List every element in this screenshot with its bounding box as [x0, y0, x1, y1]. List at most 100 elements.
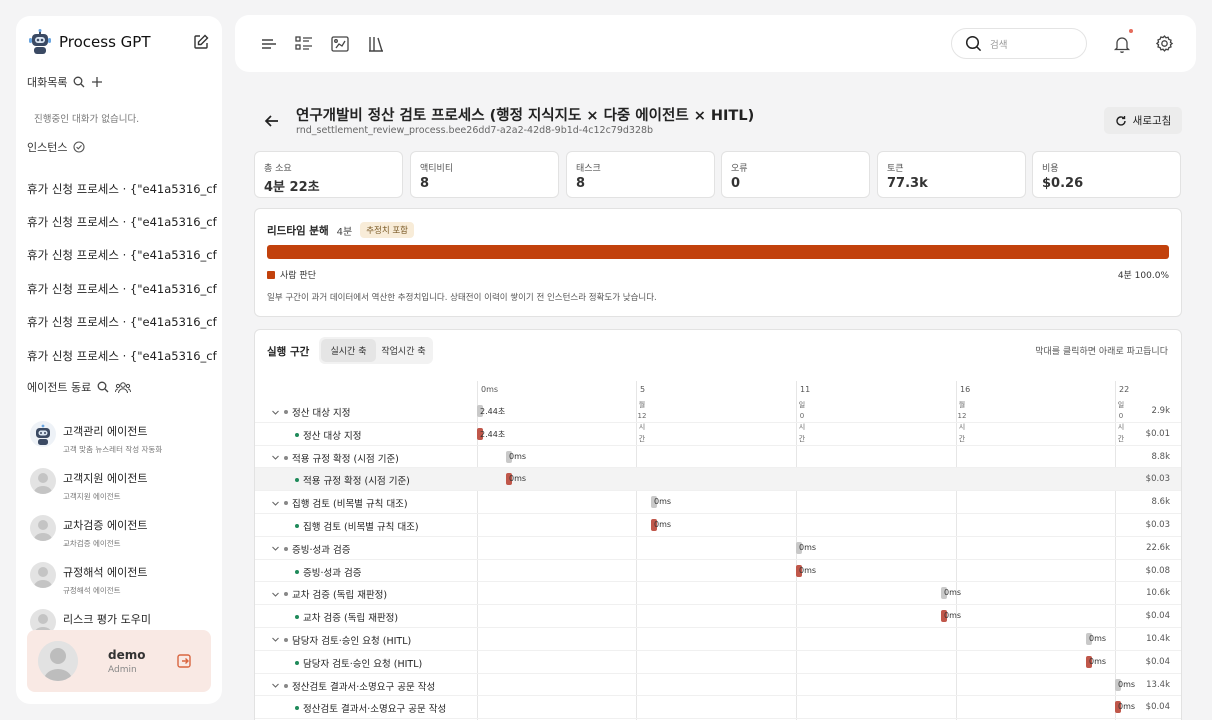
activity-row[interactable]: 적용 규정 확정 (시점 기준) 0ms 8.8k	[255, 446, 1181, 469]
token-count: 10.4k	[1146, 633, 1170, 644]
instance-item[interactable]: 휴가 신청 프로세스 · {"e41a5316_cfd0...	[27, 306, 217, 339]
add-icon[interactable]	[91, 76, 103, 88]
task-row[interactable]: 정산 대상 지정 2.44초 $0.01	[255, 423, 1181, 446]
instance-item[interactable]: 휴가 신청 프로세스 · {"e41a5316_cfd0...	[27, 205, 217, 238]
search-box[interactable]: 검색	[951, 28, 1087, 59]
token-count: 10.6k	[1146, 588, 1170, 599]
task-row[interactable]: 정산검토 결과서·소명요구 공문 작성 0ms $0.04	[255, 696, 1181, 720]
chevron-down-icon[interactable]	[271, 499, 280, 508]
row-label: 집행 검토 (비목별 규칙 대조)	[271, 496, 408, 510]
row-label: 증빙·성과 검증	[295, 565, 361, 579]
status-dot	[295, 478, 299, 483]
instances-header: 인스턴스	[27, 139, 86, 155]
estimate-badge: 추정치 포함	[360, 222, 414, 238]
row-label-text: 정산 대상 지정	[292, 408, 351, 419]
duration-label: 0ms	[944, 588, 962, 598]
row-label: 정산 대상 지정	[295, 428, 361, 442]
stat-card-tasks: 태스크 8	[566, 151, 715, 198]
refresh-label: 새로고침	[1132, 115, 1172, 127]
leadtime-title: 리드타임 분해	[267, 224, 329, 237]
search-icon[interactable]	[97, 381, 109, 393]
row-label-text: 교차 검증 (독립 재판정)	[303, 613, 399, 625]
status-dot	[284, 410, 288, 414]
group-icon[interactable]	[115, 381, 132, 394]
user-card[interactable]: demo Admin	[27, 630, 211, 692]
robot-avatar-icon	[30, 421, 56, 447]
chevron-down-icon[interactable]	[271, 408, 280, 417]
token-count: 13.4k	[1146, 679, 1170, 690]
duration-label: 2.44초	[480, 429, 506, 439]
gear-icon[interactable]	[1155, 34, 1174, 53]
leadtime-note: 일부 구간이 과거 데이터에서 역산한 추정치입니다. 상태전이 이력이 쌓이기…	[267, 293, 657, 303]
stat-label: 태스크	[576, 164, 601, 174]
task-list-icon[interactable]	[294, 34, 314, 54]
task-row[interactable]: 적용 규정 확정 (시점 기준) 0ms $0.03	[255, 468, 1181, 492]
duration-label: 0ms	[799, 565, 817, 575]
token-count: 8.8k	[1151, 451, 1170, 462]
tab-realtime-axis[interactable]: 실시간 축	[321, 339, 376, 362]
task-row[interactable]: 담당자 검토·승인 요청 (HITL) 0ms $0.04	[255, 651, 1181, 674]
chevron-down-icon[interactable]	[271, 453, 280, 462]
instance-item[interactable]: 휴가 신청 프로세스 · {"e41a5316_cfd0...	[27, 172, 217, 205]
activity-row[interactable]: 담당자 검토·승인 요청 (HITL) 0ms 10.4k	[255, 628, 1181, 651]
task-row[interactable]: 증빙·성과 검증 0ms $0.08	[255, 560, 1181, 583]
row-label: 정산검토 결과서·소명요구 공문 작성	[295, 701, 446, 715]
stat-card-errors: 오류 0	[721, 151, 870, 198]
agent-item[interactable]: 고객관리 에이전트 고객 맞춤 뉴스레터 작성 자동화	[30, 414, 216, 461]
chevron-down-icon[interactable]	[271, 681, 280, 690]
bell-icon[interactable]	[1112, 34, 1132, 54]
search-icon[interactable]	[73, 76, 85, 88]
duration-label: 0ms	[654, 519, 672, 529]
execution-title: 실행 구간	[267, 346, 310, 358]
cost-value: $0.08	[1145, 565, 1170, 576]
status-dot	[295, 615, 299, 620]
library-icon[interactable]	[366, 34, 386, 54]
task-row[interactable]: 교차 검증 (독립 재판정) 0ms $0.04	[255, 605, 1181, 628]
instance-item[interactable]: 휴가 신청 프로세스 · {"e41a5316_cfd0...	[27, 272, 217, 305]
task-row[interactable]: 집행 검토 (비목별 규칙 대조) 0ms $0.03	[255, 514, 1181, 537]
row-label: 정산검토 결과서·소명요구 공문 작성	[271, 679, 435, 693]
instance-item[interactable]: 휴가 신청 프로세스 · {"e41a5316_cfd0...	[27, 239, 217, 272]
row-label-text: 정산 대상 지정	[303, 430, 362, 442]
duration-label: 0ms	[1118, 679, 1136, 689]
activity-row[interactable]: 집행 검토 (비목별 규칙 대조) 0ms 8.6k	[255, 491, 1181, 514]
chevron-down-icon[interactable]	[271, 590, 280, 599]
agent-desc: 고객지원 에이전트	[63, 492, 121, 501]
search-input[interactable]: 검색	[990, 37, 1007, 51]
status-dot	[284, 546, 288, 551]
token-count: 2.9k	[1151, 406, 1170, 416]
instance-item[interactable]: 휴가 신청 프로세스 · {"e41a5316_cfd0...	[27, 339, 217, 372]
row-label: 증빙·성과 검증	[271, 542, 350, 556]
legend-label: 사람 판단	[280, 271, 316, 281]
activity-row[interactable]: 증빙·성과 검증 0ms 22.6k	[255, 537, 1181, 560]
duration-label: 0ms	[944, 611, 962, 621]
cost-value: $0.03	[1145, 519, 1170, 530]
activity-row[interactable]: 정산검토 결과서·소명요구 공문 작성 0ms 13.4k	[255, 674, 1181, 697]
new-chat-edit-icon[interactable]	[192, 33, 210, 51]
legend-swatch	[267, 270, 275, 279]
refresh-button[interactable]: 새로고침	[1104, 107, 1182, 134]
agent-name: 교차검증 에이전트	[63, 519, 148, 532]
row-label-text: 집행 검토 (비목별 규칙 대조)	[303, 521, 419, 533]
agent-item[interactable]: 고객지원 에이전트 고객지원 에이전트	[30, 461, 216, 508]
back-arrow-icon[interactable]	[263, 112, 281, 130]
menu-lines-icon[interactable]	[259, 34, 279, 54]
cost-value: $0.04	[1145, 702, 1170, 713]
activity-row[interactable]: 교차 검증 (독립 재판정) 0ms 10.6k	[255, 582, 1181, 606]
execution-panel: 실행 구간 실시간 축 작업시간 축 막대를 클릭하면 아래로 파고듭니다 0m…	[254, 329, 1182, 720]
stat-card-tokens: 토큰 77.3k	[877, 151, 1026, 198]
agent-item[interactable]: 교차검증 에이전트 교차검증 에이전트	[30, 508, 216, 555]
stat-value: 77.3k	[887, 176, 928, 191]
chevron-down-icon[interactable]	[271, 635, 280, 644]
leadtime-bar[interactable]	[267, 245, 1169, 259]
leadtime-panel: 리드타임 분해 4분 추정치 포함 사람 판단 4분 100.0% 일부 구간이…	[254, 208, 1182, 317]
chevron-down-icon[interactable]	[271, 544, 280, 553]
agent-item[interactable]: 규정해석 에이전트 규정해석 에이전트	[30, 555, 216, 602]
check-circle-icon[interactable]	[73, 141, 86, 153]
tab-worktime-axis[interactable]: 작업시간 축	[376, 339, 431, 362]
refresh-icon	[1115, 115, 1126, 126]
logout-icon[interactable]	[176, 653, 192, 669]
process-map-icon[interactable]	[330, 34, 350, 54]
row-label-text: 집행 검토 (비목별 규칙 대조)	[292, 499, 408, 511]
activity-row[interactable]: 정산 대상 지정 2.44초 2.9k	[255, 400, 1181, 423]
